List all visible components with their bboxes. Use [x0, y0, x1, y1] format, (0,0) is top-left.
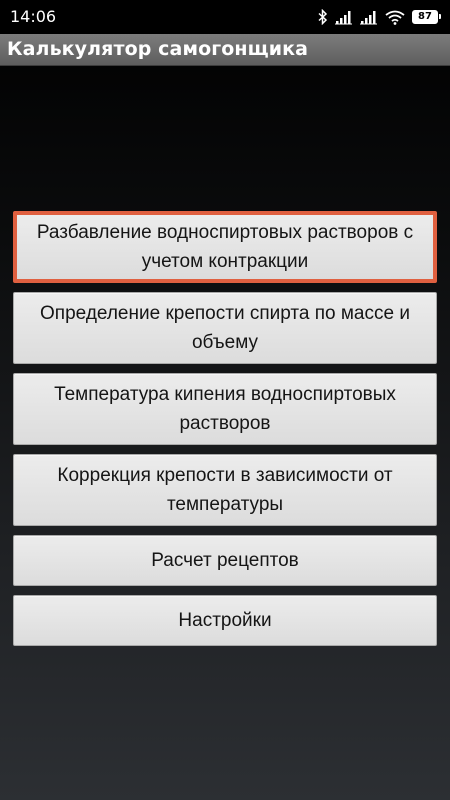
temperature-correction-button[interactable]: Коррекция крепости в зависимости от темп… [13, 454, 437, 526]
status-time: 14:06 [10, 7, 57, 26]
battery-icon: 87 [412, 10, 441, 24]
settings-button[interactable]: Настройки [13, 595, 437, 646]
settings-button-label: Настройки [178, 610, 272, 631]
dilution-button[interactable]: Разбавление водноспиртовых растворов с у… [13, 211, 437, 283]
boiling-temperature-button-label: Температура кипения водноспиртовых раств… [54, 384, 396, 434]
app-title: Калькулятор самогонщика [7, 38, 309, 60]
boiling-temperature-button[interactable]: Температура кипения водноспиртовых раств… [13, 373, 437, 445]
main-menu: Разбавление водноспиртовых растворов с у… [13, 211, 437, 655]
dilution-button-label: Разбавление водноспиртовых растворов с у… [36, 222, 414, 272]
signal-icon [335, 10, 353, 25]
status-icons: 87 [318, 8, 441, 26]
status-bar: 14:06 87 [0, 0, 450, 34]
temperature-correction-button-label: Коррекция крепости в зависимости от темп… [57, 465, 393, 515]
strength-by-mass-button[interactable]: Определение крепости спирта по массе и о… [13, 292, 437, 364]
title-bar: Калькулятор самогонщика [0, 34, 450, 66]
signal-icon-2 [360, 10, 378, 25]
bluetooth-icon [318, 9, 328, 25]
recipes-button[interactable]: Расчет рецептов [13, 535, 437, 586]
strength-by-mass-button-label: Определение крепости спирта по массе и о… [40, 303, 410, 353]
wifi-icon [385, 10, 405, 25]
recipes-button-label: Расчет рецептов [151, 550, 299, 571]
